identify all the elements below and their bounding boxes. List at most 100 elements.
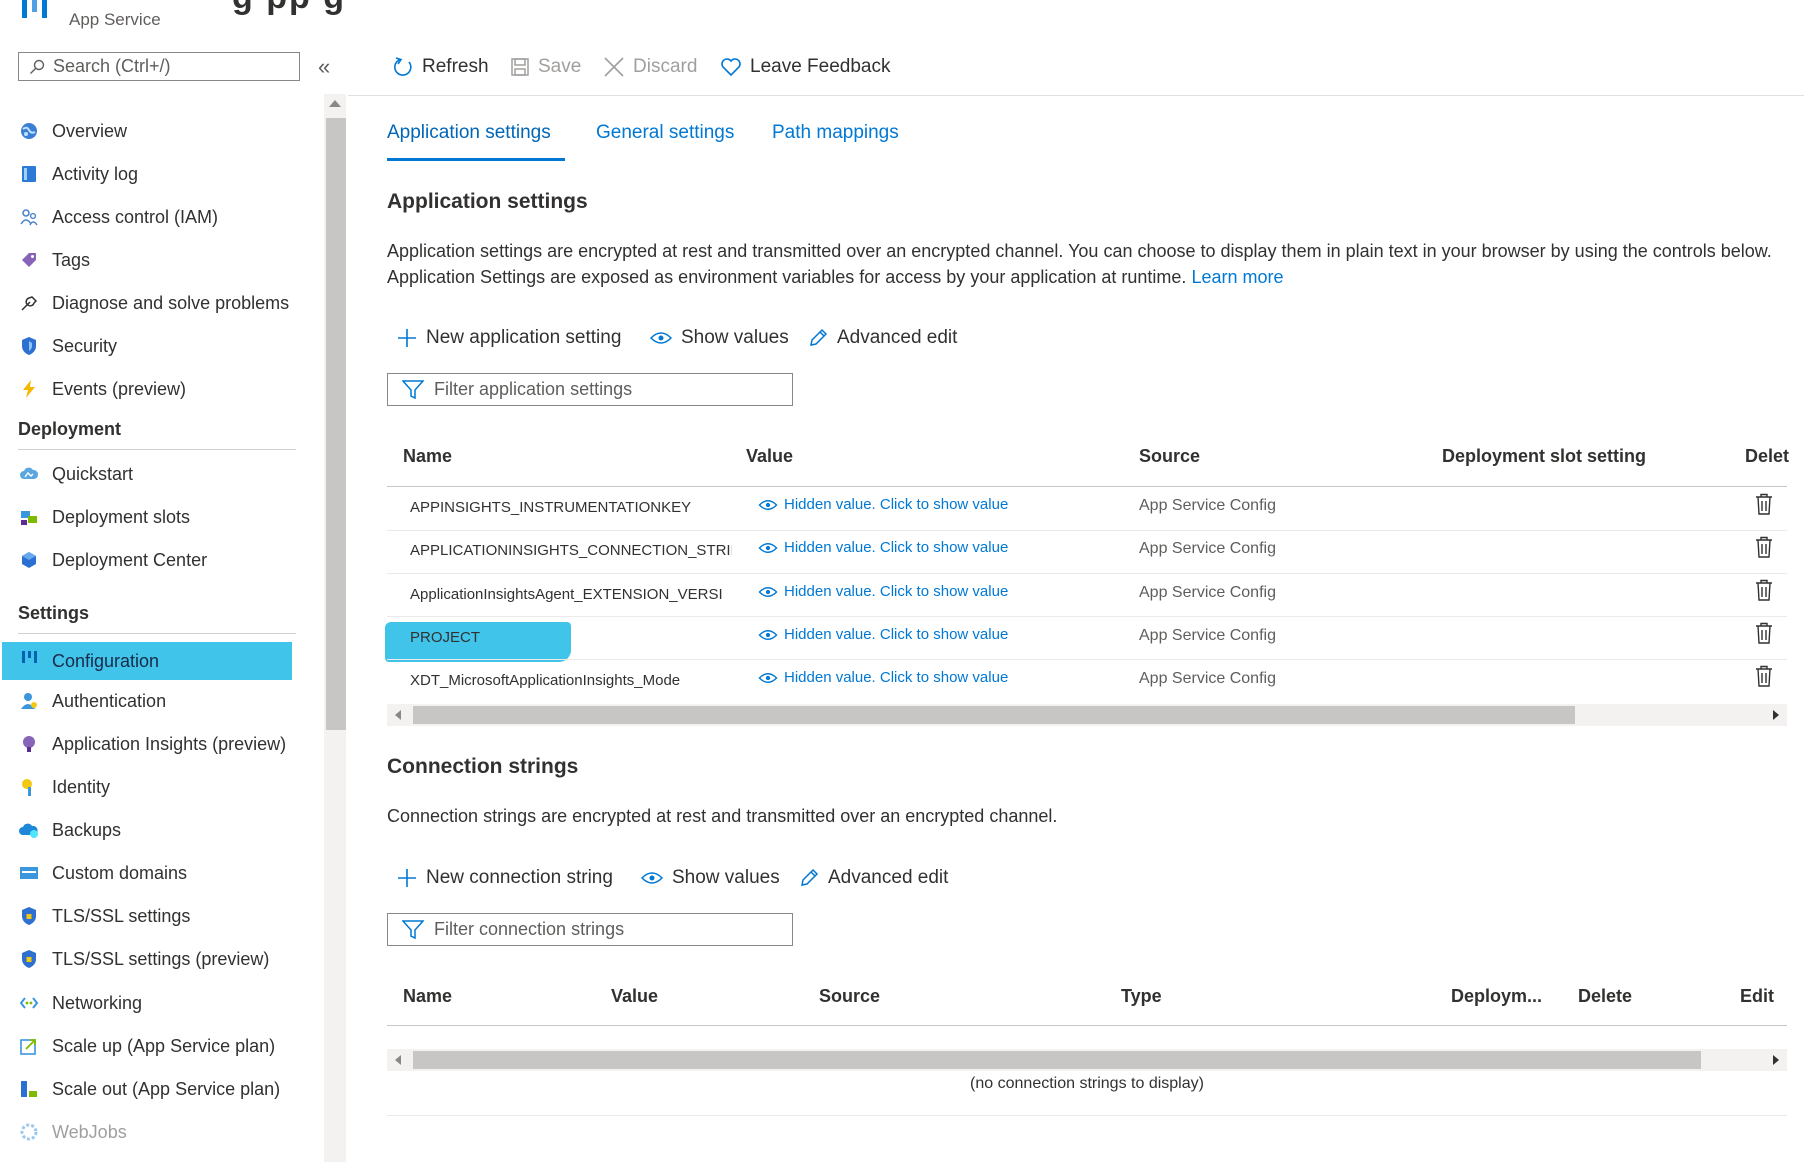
conn-column-name[interactable]: Name bbox=[403, 986, 452, 1007]
pencil-icon bbox=[799, 868, 819, 888]
filter-conn-strings-input[interactable] bbox=[434, 919, 784, 940]
delete-icon[interactable] bbox=[1755, 622, 1773, 644]
sidebar-item-label: Access control (IAM) bbox=[52, 206, 219, 227]
column-header-slot-setting[interactable]: Deployment slot setting bbox=[1442, 446, 1646, 467]
delete-icon[interactable] bbox=[1755, 665, 1773, 687]
sidebar-item-label: Scale out (App Service plan) bbox=[52, 1078, 281, 1099]
conn-column-edit[interactable]: Edit bbox=[1740, 986, 1774, 1007]
sidebar-item-backups[interactable]: Backups bbox=[2, 813, 292, 847]
tab-application-settings[interactable]: Application settings bbox=[387, 122, 551, 144]
app-settings-horizontal-scrollbar[interactable] bbox=[387, 704, 1787, 726]
sidebar-item-diagnose[interactable]: Diagnose and solve problems bbox=[2, 286, 292, 320]
scroll-left-arrow-icon[interactable] bbox=[395, 710, 401, 720]
setting-name[interactable]: PROJECT bbox=[410, 629, 732, 646]
tab-general-settings[interactable]: General settings bbox=[596, 122, 734, 144]
scrollbar-thumb[interactable] bbox=[413, 1051, 1701, 1069]
sidebar-item-custom-domains[interactable]: Custom domains bbox=[2, 856, 292, 890]
delete-icon[interactable] bbox=[1755, 579, 1773, 601]
command-bar-divider bbox=[348, 95, 1804, 96]
scroll-up-arrow-icon[interactable] bbox=[329, 100, 341, 107]
sidebar-item-authentication[interactable]: Authentication bbox=[2, 684, 292, 718]
sidebar-item-deployment-slots[interactable]: Deployment slots bbox=[2, 500, 292, 534]
setting-name[interactable]: XDT_MicrosoftApplicationInsights_Mode bbox=[410, 672, 732, 689]
sidebar-item-quickstart[interactable]: Quickstart bbox=[2, 457, 292, 491]
sidebar-item-label: Tags bbox=[52, 249, 91, 270]
filter-conn-strings[interactable] bbox=[387, 913, 793, 946]
sidebar-item-tags[interactable]: Tags bbox=[2, 243, 292, 277]
table-header-divider bbox=[387, 486, 1787, 487]
column-header-source[interactable]: Source bbox=[1139, 446, 1200, 467]
sidebar-item-deployment-center[interactable]: Deployment Center bbox=[2, 543, 292, 577]
advanced-edit-label: Advanced edit bbox=[837, 327, 958, 348]
show-values-label: Show values bbox=[672, 867, 780, 888]
sidebar-item-tls-ssl[interactable]: TLS/SSL settings bbox=[2, 899, 292, 933]
conn-column-value[interactable]: Value bbox=[611, 986, 658, 1007]
table-bottom-divider bbox=[387, 1115, 1787, 1116]
show-conn-values-button[interactable]: Show values bbox=[641, 867, 780, 889]
collapse-sidebar-button[interactable]: « bbox=[318, 54, 330, 80]
advanced-edit-button[interactable]: Advanced edit bbox=[808, 327, 957, 349]
column-header-delete[interactable]: Delet bbox=[1745, 446, 1789, 467]
heart-icon bbox=[720, 57, 742, 77]
show-values-button[interactable]: Show values bbox=[650, 327, 789, 349]
scroll-left-arrow-icon[interactable] bbox=[395, 1055, 401, 1065]
discard-button[interactable]: Discard bbox=[603, 56, 697, 78]
sidebar-item-app-insights[interactable]: Application Insights (preview) bbox=[2, 727, 292, 761]
sidebar-item-networking[interactable]: Networking bbox=[2, 986, 292, 1020]
sidebar-item-events[interactable]: Events (preview) bbox=[2, 372, 292, 406]
conn-column-slot[interactable]: Deploym... bbox=[1451, 986, 1542, 1007]
sidebar-scrollbar-thumb[interactable] bbox=[326, 118, 346, 730]
setting-name[interactable]: ApplicationInsightsAgent_EXTENSION_VERSI bbox=[410, 586, 732, 603]
hidden-value-toggle[interactable]: Hidden value. Click to show value bbox=[758, 583, 1008, 600]
sidebar-search[interactable] bbox=[18, 52, 300, 81]
conn-column-type[interactable]: Type bbox=[1121, 986, 1162, 1007]
delete-icon[interactable] bbox=[1755, 493, 1773, 515]
search-icon bbox=[29, 59, 45, 75]
config-icon bbox=[19, 649, 39, 669]
sidebar-search-input[interactable] bbox=[53, 56, 283, 77]
save-label: Save bbox=[538, 56, 582, 77]
sidebar-item-tls-ssl-preview[interactable]: TLS/SSL settings (preview) bbox=[2, 942, 292, 976]
hidden-value-toggle[interactable]: Hidden value. Click to show value bbox=[758, 669, 1008, 686]
learn-more-link[interactable]: Learn more bbox=[1191, 267, 1283, 287]
new-connection-string-button[interactable]: New connection string bbox=[397, 867, 613, 889]
refresh-button[interactable]: Refresh bbox=[392, 56, 489, 78]
slots-icon bbox=[19, 507, 39, 527]
sidebar-item-activity-log[interactable]: Activity log bbox=[2, 157, 292, 191]
delete-icon[interactable] bbox=[1755, 536, 1773, 558]
hidden-value-toggle[interactable]: Hidden value. Click to show value bbox=[758, 539, 1008, 556]
scroll-right-arrow-icon[interactable] bbox=[1773, 1055, 1779, 1065]
hidden-value-toggle[interactable]: Hidden value. Click to show value bbox=[758, 626, 1008, 643]
column-header-name[interactable]: Name bbox=[403, 446, 452, 467]
table-header-divider bbox=[387, 1025, 1787, 1026]
sidebar-item-configuration[interactable]: Configuration bbox=[2, 642, 292, 680]
sidebar-item-iam[interactable]: Access control (IAM) bbox=[2, 200, 292, 234]
shield-icon bbox=[19, 949, 39, 969]
sidebar-item-scale-up[interactable]: Scale up (App Service plan) bbox=[2, 1029, 292, 1063]
app-settings-description: Application settings are encrypted at re… bbox=[387, 241, 1772, 287]
conn-column-source[interactable]: Source bbox=[819, 986, 880, 1007]
setting-name[interactable]: APPLICATIONINSIGHTS_CONNECTION_STRIN bbox=[410, 542, 732, 559]
sidebar-item-webjobs[interactable]: WebJobs bbox=[2, 1115, 292, 1149]
filter-icon bbox=[402, 379, 424, 400]
column-header-value[interactable]: Value bbox=[746, 446, 793, 467]
conn-column-delete[interactable]: Delete bbox=[1578, 986, 1632, 1007]
scroll-right-arrow-icon[interactable] bbox=[1773, 710, 1779, 720]
sidebar-item-identity[interactable]: Identity bbox=[2, 770, 292, 804]
filter-app-settings-input[interactable] bbox=[434, 379, 784, 400]
sidebar-item-overview[interactable]: Overview bbox=[2, 114, 292, 148]
sidebar-item-security[interactable]: Security bbox=[2, 329, 292, 363]
setting-name[interactable]: APPINSIGHTS_INSTRUMENTATIONKEY bbox=[410, 499, 732, 516]
conn-advanced-edit-button[interactable]: Advanced edit bbox=[799, 867, 948, 889]
save-button[interactable]: Save bbox=[510, 56, 581, 78]
conn-strings-horizontal-scrollbar[interactable] bbox=[387, 1049, 1787, 1071]
shield-icon bbox=[19, 906, 39, 926]
tab-path-mappings[interactable]: Path mappings bbox=[772, 122, 899, 144]
sidebar-item-scale-out[interactable]: Scale out (App Service plan) bbox=[2, 1072, 292, 1106]
new-application-setting-button[interactable]: New application setting bbox=[397, 327, 621, 349]
hidden-value-toggle[interactable]: Hidden value. Click to show value bbox=[758, 496, 1008, 513]
leave-feedback-button[interactable]: Leave Feedback bbox=[720, 56, 891, 78]
scrollbar-thumb[interactable] bbox=[413, 706, 1575, 724]
filter-app-settings[interactable] bbox=[387, 373, 793, 406]
conn-strings-description: Connection strings are encrypted at rest… bbox=[387, 806, 1058, 826]
